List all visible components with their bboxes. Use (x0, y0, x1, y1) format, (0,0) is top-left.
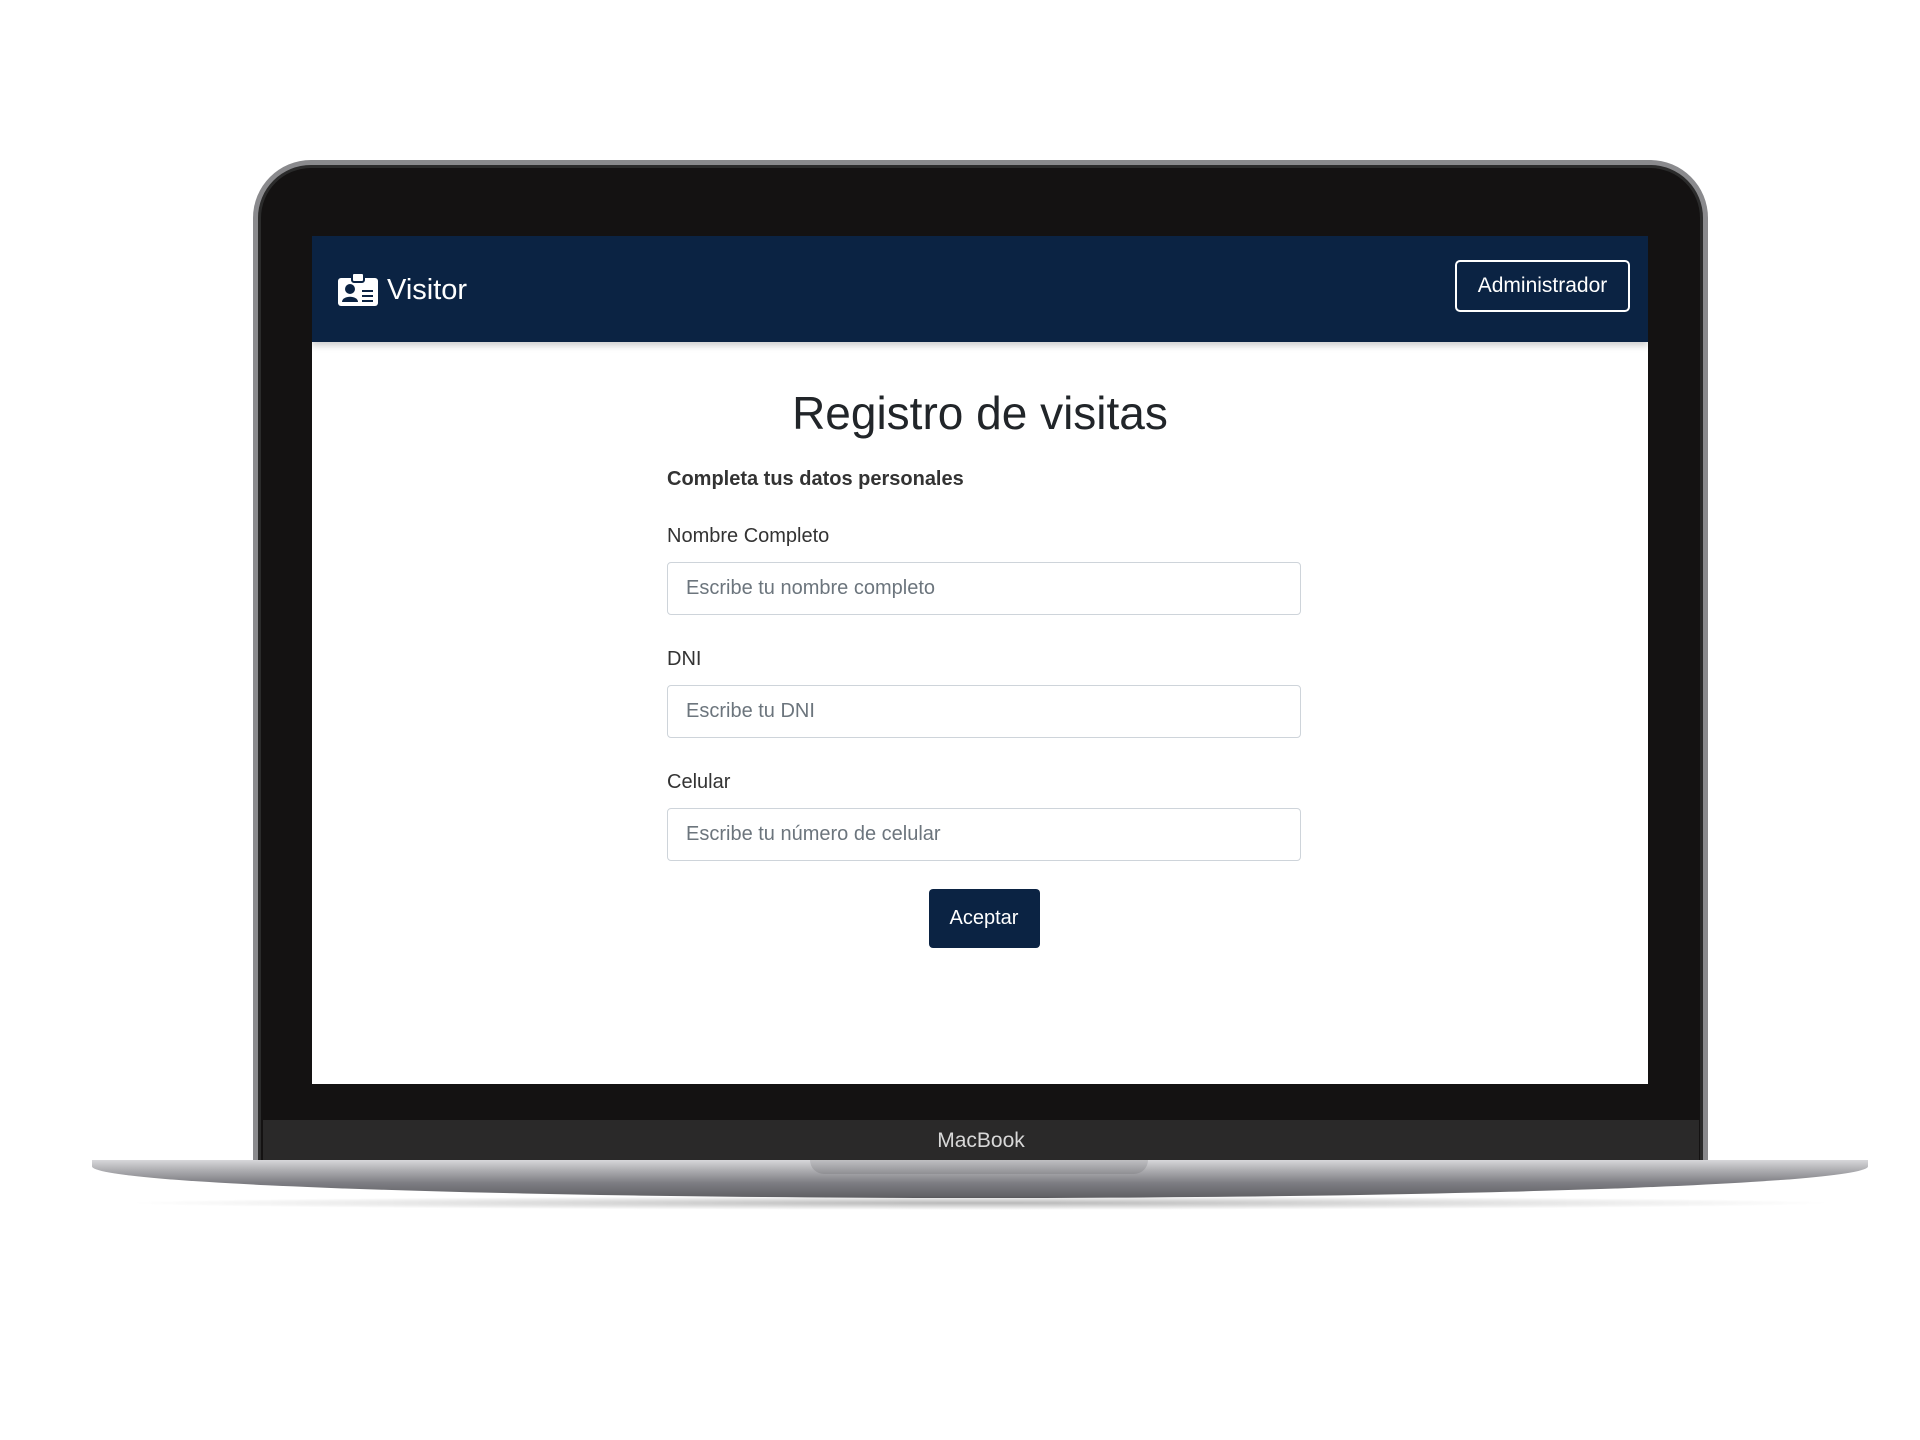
laptop-shadow (120, 1196, 1840, 1210)
admin-button[interactable]: Administrador (1455, 260, 1630, 312)
submit-wrapper: Aceptar (667, 889, 1301, 948)
phone-input[interactable] (667, 808, 1301, 861)
device-mockup: MacBook Visitor Administrador Registro d… (0, 0, 1920, 1440)
form-subtitle: Completa tus datos personales (667, 468, 964, 490)
dni-input[interactable] (667, 685, 1301, 738)
device-label: MacBook (937, 1129, 1025, 1152)
phone-label: Celular (667, 771, 731, 793)
page-title: Registro de visitas (792, 387, 1168, 439)
submit-button[interactable]: Aceptar (928, 889, 1040, 948)
full-name-label: Nombre Completo (667, 525, 830, 547)
dni-label: DNI (667, 648, 702, 670)
laptop-notch (810, 1160, 1148, 1174)
screen: Visitor Administrador Registro de visita… (312, 236, 1648, 1084)
navbar: Visitor Administrador (312, 236, 1648, 342)
visit-form: Completa tus datos personales Nombre Com… (667, 464, 1301, 948)
id-badge-icon (338, 273, 378, 306)
brand-link[interactable]: Visitor (337, 270, 467, 310)
full-name-input[interactable] (667, 562, 1301, 615)
brand-name: Visitor (387, 273, 468, 306)
